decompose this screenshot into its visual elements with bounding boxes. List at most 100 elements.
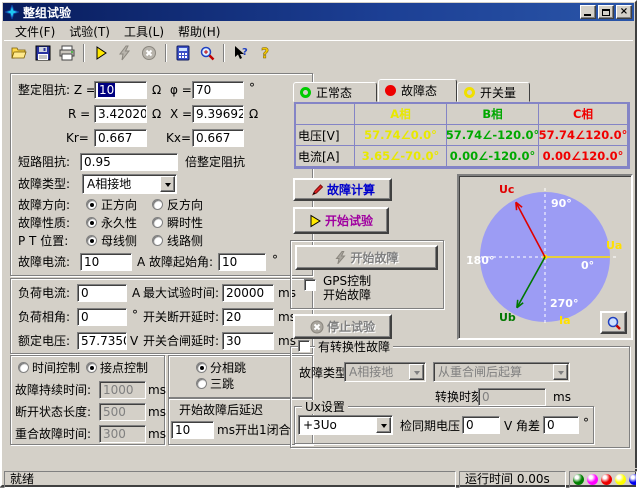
print-button[interactable] xyxy=(55,42,79,64)
kx-input[interactable]: 0.667 xyxy=(192,129,244,147)
menu-file[interactable]: 文件(F) xyxy=(8,22,62,41)
toolbar-separator xyxy=(83,44,85,62)
maximize-button[interactable] xyxy=(598,5,614,19)
sync-voltage-input[interactable]: 0 xyxy=(462,416,500,434)
tab-normal-state[interactable]: 正常态 xyxy=(293,82,377,102)
angle-90-label: 90° xyxy=(551,198,572,210)
start-test-main-button[interactable]: 开始试验 xyxy=(293,207,389,234)
fault-dir-label: 故障方向: xyxy=(18,198,70,212)
minimize-icon xyxy=(584,14,591,16)
delay-input[interactable]: 10 xyxy=(171,421,214,439)
phase-table: A相 B相 C相 电压[V] 57.74∠0.0° 57.74∠-120.0° … xyxy=(294,102,630,169)
load-current-label: 负荷电流: xyxy=(18,286,70,300)
gps-checkbox[interactable] xyxy=(304,279,316,291)
close-delay-input[interactable]: 30 xyxy=(222,332,274,350)
menu-test[interactable]: 试验(T) xyxy=(62,22,117,41)
radio-line-side[interactable] xyxy=(152,235,163,246)
fault-current-unit: A xyxy=(137,255,145,269)
open-file-button[interactable] xyxy=(7,42,31,64)
status-led-icon xyxy=(573,474,584,485)
app-icon[interactable] xyxy=(5,5,19,19)
max-time-input[interactable]: 20000 xyxy=(222,284,274,302)
fault-angle-unit: ° xyxy=(272,253,278,267)
toolbar-separator xyxy=(223,44,225,62)
rated-voltage-input[interactable]: 57.7350 xyxy=(77,332,127,350)
radio-three-trip-label: 三跳 xyxy=(210,377,234,391)
fault-nature-label: 故障性质: xyxy=(18,216,70,230)
phasor-zoom-button[interactable] xyxy=(600,311,627,334)
short-impedance-suffix: 倍整定阻抗 xyxy=(185,155,245,169)
start-test-button[interactable] xyxy=(89,42,113,64)
fault-calc-button[interactable]: 故障计算 xyxy=(293,178,392,201)
save-button[interactable] xyxy=(31,42,55,64)
radio-phase-trip[interactable] xyxy=(196,362,207,373)
play-icon xyxy=(93,45,109,61)
close-button[interactable]: × xyxy=(616,5,632,19)
fault-angle-input[interactable]: 10 xyxy=(218,253,266,271)
load-angle-input[interactable]: 0 xyxy=(77,308,127,326)
status-leds xyxy=(569,471,637,488)
statusbar: 就绪 运行时间 0.00s xyxy=(4,468,637,487)
open-delay-input[interactable]: 20 xyxy=(222,308,274,326)
radio-reverse[interactable] xyxy=(152,199,163,210)
ua-vector-label: Ua xyxy=(606,240,622,252)
radio-permanent[interactable] xyxy=(86,217,97,228)
open-state-input: 500 xyxy=(99,403,146,421)
magnifier-icon xyxy=(606,315,622,331)
convert-fault-title: 有转换性故障 xyxy=(315,340,393,354)
radio-transient[interactable] xyxy=(152,217,163,228)
radio-time-control[interactable] xyxy=(18,362,29,373)
context-help-button[interactable]: ? xyxy=(229,42,253,64)
radio-forward-label: 正方向 xyxy=(101,198,137,212)
x-input[interactable]: 9.39692 xyxy=(192,105,244,123)
z-unit: Ω xyxy=(152,83,161,97)
tab-fault-state[interactable]: 故障态 xyxy=(378,79,457,102)
load-angle-unit: ° xyxy=(132,308,138,322)
delay-title: 开始故障后延迟 xyxy=(179,403,263,417)
cell-vc: 57.74∠120.0° xyxy=(539,125,628,146)
stop-test-main-button: 停止试验 xyxy=(293,314,392,339)
phi-input[interactable]: 70 xyxy=(192,81,244,99)
svg-text:?: ? xyxy=(261,46,269,61)
r-input[interactable]: 3.42020 xyxy=(94,105,147,123)
radio-three-trip[interactable] xyxy=(196,378,207,389)
short-impedance-input[interactable]: 0.95 xyxy=(80,153,178,171)
phi-unit: ° xyxy=(249,81,255,95)
z-input[interactable]: 10 xyxy=(94,81,147,99)
status-message: 就绪 xyxy=(4,471,456,488)
load-current-input[interactable]: 0 xyxy=(77,284,127,302)
angle-diff-unit: ° xyxy=(583,416,589,430)
radio-contact-control[interactable] xyxy=(86,362,97,373)
radio-forward[interactable] xyxy=(86,199,97,210)
tab-label: 正常态 xyxy=(316,84,352,101)
angle-diff-input[interactable]: 0 xyxy=(543,416,579,434)
fault-type-select[interactable]: A相接地 xyxy=(82,174,177,194)
calculator-button[interactable] xyxy=(171,42,195,64)
floppy-icon xyxy=(35,45,51,61)
menu-help[interactable]: 帮助(H) xyxy=(171,22,227,41)
fault-current-input[interactable]: 10 xyxy=(80,253,132,271)
r-unit: Ω xyxy=(152,107,161,121)
menu-tools[interactable]: 工具(L) xyxy=(117,22,171,41)
kr-input[interactable]: 0.667 xyxy=(94,129,147,147)
delay-suffix: ms开出1闭合 xyxy=(217,423,291,437)
status-led-icon xyxy=(601,474,612,485)
uc-vector-label: Uc xyxy=(499,184,514,196)
convert-fault-checkbox[interactable] xyxy=(298,340,310,352)
col-header-b: B相 xyxy=(447,104,539,125)
radio-bus-side[interactable] xyxy=(86,235,97,246)
help-button[interactable]: ? xyxy=(253,42,277,64)
radio-permanent-label: 永久性 xyxy=(101,216,137,230)
chevron-down-icon[interactable] xyxy=(376,417,391,433)
tab-switch-state[interactable]: 开关量 xyxy=(457,82,530,102)
calculator-icon xyxy=(175,45,191,61)
fault-current-label: 故障电流: xyxy=(18,255,70,269)
minimize-button[interactable] xyxy=(580,5,596,19)
chevron-down-icon[interactable] xyxy=(160,176,175,192)
phasor-panel: 90° 180° 270° 0° Ua Uc Ub Ia xyxy=(457,174,633,340)
open-state-label: 断开状态长度: xyxy=(15,405,91,419)
zoom-button[interactable] xyxy=(195,42,219,64)
cell-ia: 3.65∠-70.0° xyxy=(355,146,447,167)
ux-select[interactable]: +3Uo xyxy=(298,415,393,435)
angle-0-label: 0° xyxy=(581,260,594,272)
